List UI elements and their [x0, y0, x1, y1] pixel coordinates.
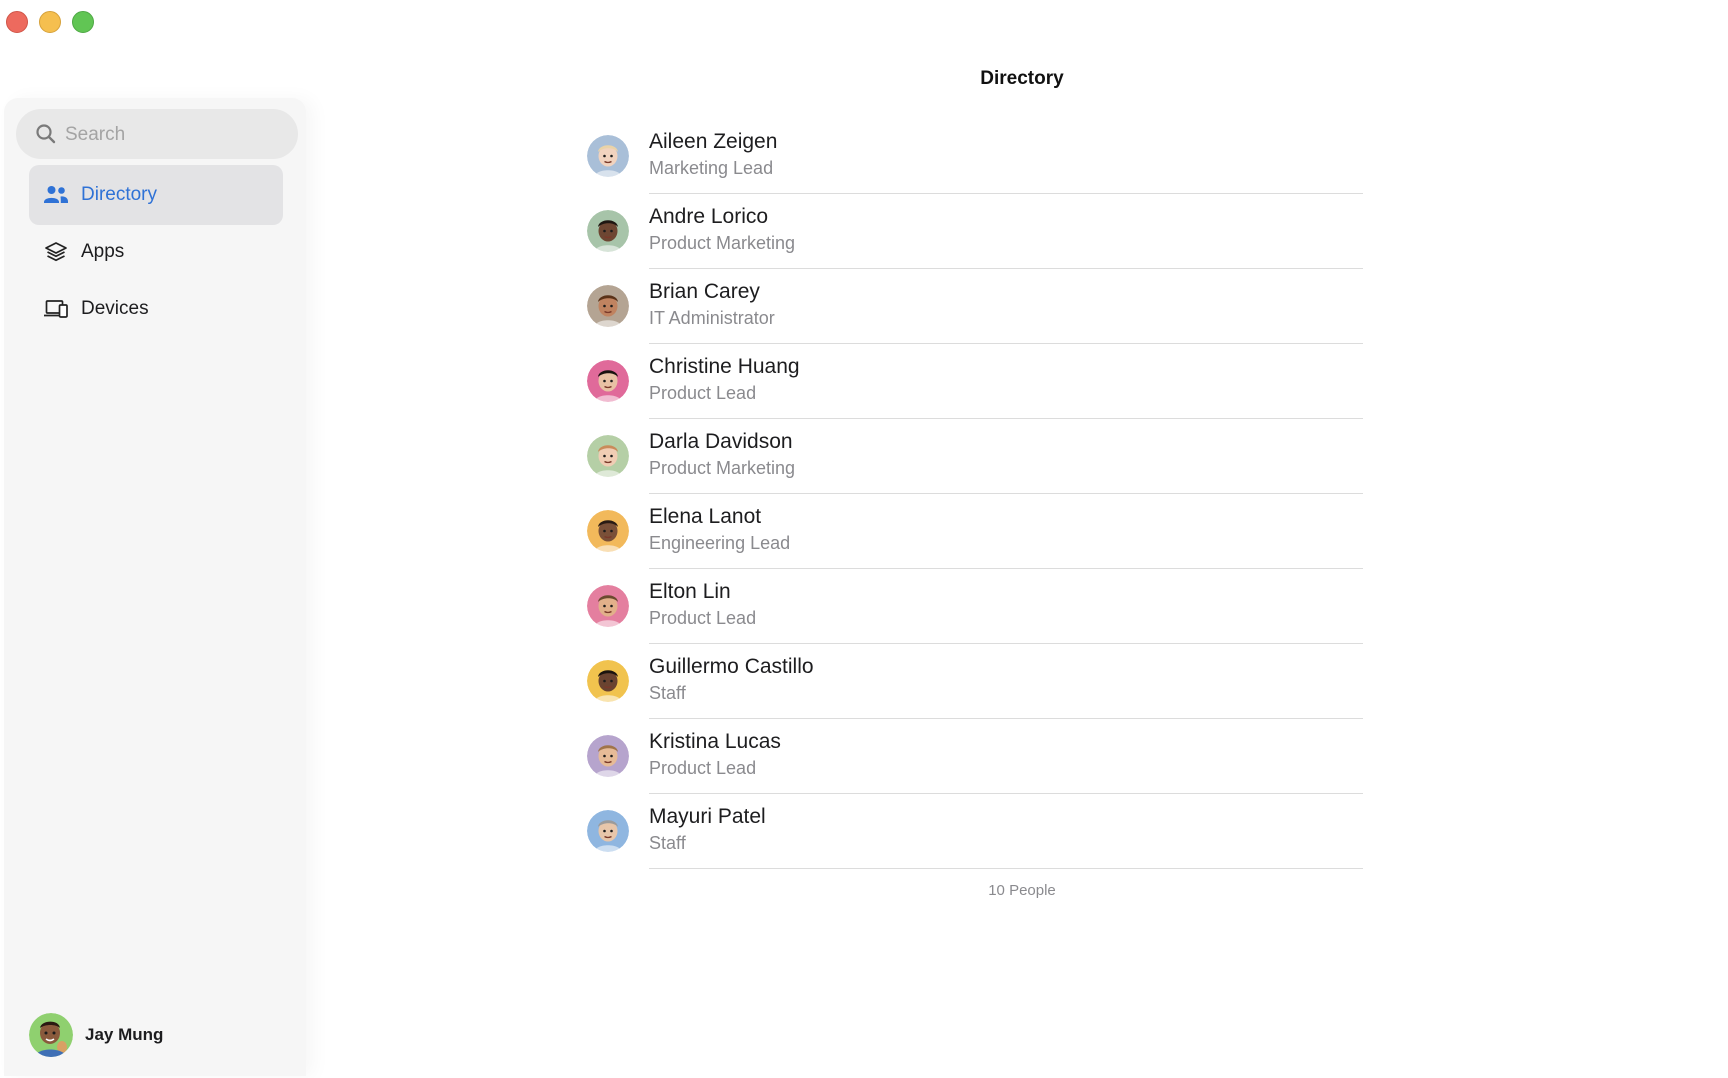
sidebar-item-label: Devices [81, 298, 149, 319]
avatar [587, 660, 629, 702]
avatar [587, 585, 629, 627]
minimize-window-button[interactable] [39, 11, 61, 33]
person-name: Brian Carey [649, 280, 760, 303]
people-count: 10 People [988, 882, 1056, 899]
avatar [587, 735, 629, 777]
sidebar: Directory Apps Devices [4, 98, 306, 1076]
sidebar-item-apps[interactable]: Apps [29, 222, 283, 282]
avatar [587, 510, 629, 552]
person-role: Staff [649, 683, 686, 703]
person-role: Product Lead [649, 758, 757, 778]
person-row[interactable]: Elton Lin Product Lead [587, 569, 1363, 644]
search-input[interactable] [63, 109, 287, 161]
sidebar-item-label: Apps [81, 241, 125, 262]
person-name: Aileen Zeigen [649, 130, 778, 153]
person-row[interactable]: Christine Huang Product Lead [587, 344, 1363, 419]
people-icon [44, 186, 68, 203]
person-name: Elena Lanot [649, 505, 762, 528]
current-user[interactable]: Jay Mung [29, 1012, 163, 1058]
person-name: Andre Lorico [649, 205, 769, 228]
avatar [587, 360, 629, 402]
avatar [587, 285, 629, 327]
person-name: Guillermo Castillo [649, 655, 814, 678]
person-role: Product Lead [649, 383, 757, 403]
user-name: Jay Mung [85, 1025, 164, 1044]
person-role: Marketing Lead [649, 158, 774, 178]
row-divider [649, 868, 1363, 869]
person-row[interactable]: Elena Lanot Engineering Lead [587, 494, 1363, 569]
search-field[interactable] [16, 109, 298, 161]
person-name: Mayuri Patel [649, 805, 766, 828]
zoom-window-button[interactable] [72, 11, 94, 33]
person-row[interactable]: Brian Carey IT Administrator [587, 269, 1363, 344]
avatar [587, 435, 629, 477]
sidebar-item-label: Directory [81, 184, 158, 205]
person-row[interactable]: Darla Davidson Product Marketing [587, 419, 1363, 494]
sidebar-item-directory[interactable]: Directory [29, 165, 283, 225]
devices-icon [44, 300, 68, 318]
person-row[interactable]: Kristina Lucas Product Lead [587, 719, 1363, 794]
person-role: IT Administrator [649, 308, 775, 328]
avatar [587, 135, 629, 177]
people-list: Aileen Zeigen Marketing Lead Andre Lorico P… [587, 119, 1363, 869]
person-name: Kristina Lucas [649, 730, 781, 753]
person-role: Product Marketing [649, 233, 796, 253]
avatar [587, 810, 629, 852]
stack-icon [45, 242, 67, 262]
person-role: Staff [649, 833, 686, 853]
person-row[interactable]: Mayuri Patel Staff [587, 794, 1363, 869]
person-name: Elton Lin [649, 580, 731, 603]
avatar [587, 210, 629, 252]
search-icon [36, 124, 56, 144]
person-row[interactable]: Guillermo Castillo Staff [587, 644, 1363, 719]
page-title: Directory [980, 68, 1064, 89]
avatar [29, 1013, 73, 1057]
person-row[interactable]: Andre Lorico Product Marketing [587, 194, 1363, 269]
sidebar-item-devices[interactable]: Devices [29, 279, 283, 339]
person-role: Engineering Lead [649, 533, 791, 553]
person-name: Darla Davidson [649, 430, 793, 453]
close-window-button[interactable] [6, 11, 28, 33]
person-role: Product Lead [649, 608, 757, 628]
window-controls [6, 11, 94, 33]
person-role: Product Marketing [649, 458, 796, 478]
person-name: Christine Huang [649, 355, 800, 378]
person-row[interactable]: Aileen Zeigen Marketing Lead [587, 119, 1363, 194]
